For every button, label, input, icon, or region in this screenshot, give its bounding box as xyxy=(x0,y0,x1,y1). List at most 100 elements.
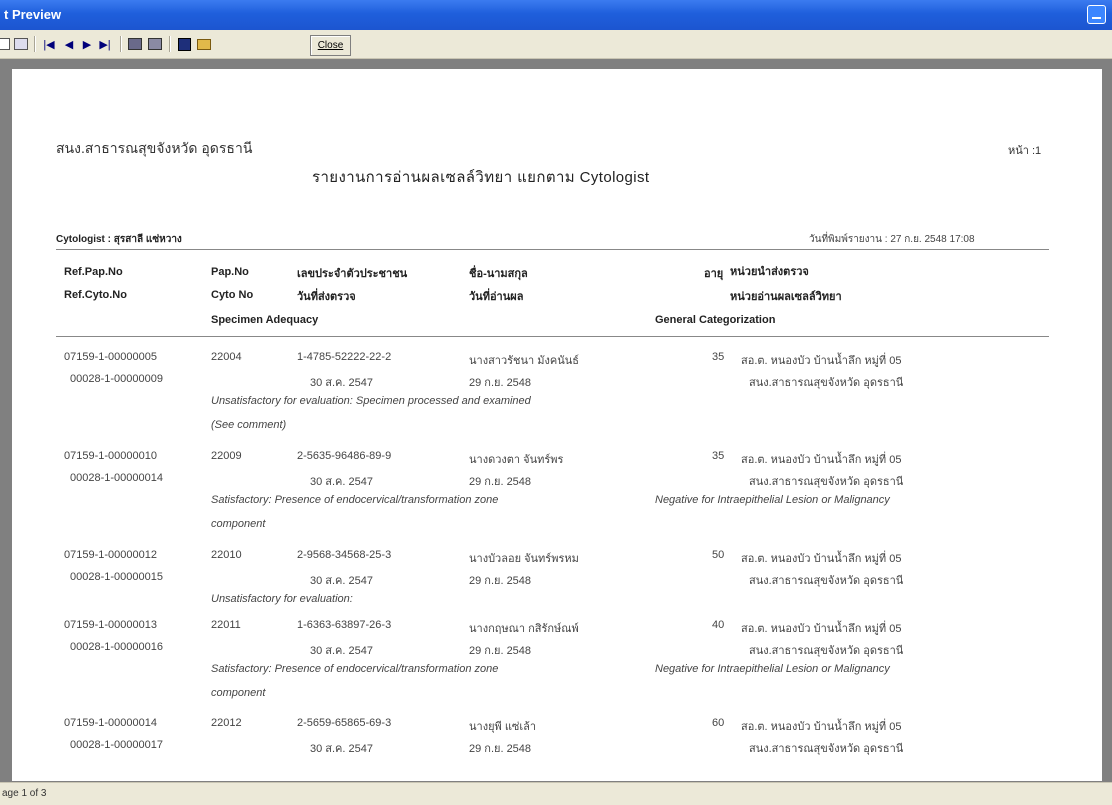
print-setup-icon[interactable] xyxy=(126,35,144,53)
record-name: นางดวงตา จันทร์พร xyxy=(469,454,564,466)
record-unit2: สนง.สาธารณสุขจังหวัด อุดรธานี xyxy=(749,645,904,657)
header-id: เลขประจำตัวประชาชน xyxy=(297,268,408,280)
record-category: Negative for Intraepithelial Lesion or M… xyxy=(655,494,890,506)
status-bar: age 1 of 3 xyxy=(0,782,1112,805)
record-unit1: สอ.ต. หนองบัว บ้านน้ำลึก หมู่ที่ 05 xyxy=(741,623,902,635)
report-page: สนง.สาธารณสุขจังหวัด อุดรธานี หน้า :1 รา… xyxy=(12,69,1102,781)
record-name: นางบัวลอย จันทร์พรหม xyxy=(469,553,579,565)
record-read-date: 29 ก.ย. 2548 xyxy=(469,743,532,755)
record-adequacy-2: (See comment) xyxy=(211,419,287,431)
record-name: นางยุพี แซ่เล้า xyxy=(469,721,537,733)
minimize-icon[interactable] xyxy=(1087,5,1106,24)
record-ref-cyto: 00028-1-00000009 xyxy=(70,373,163,385)
preview-toolbar: |◀ ◀ ▶ ▶| Close xyxy=(0,30,1112,59)
toolbar-separator xyxy=(120,36,122,52)
header-ref-cyto: Ref.Cyto.No xyxy=(64,289,127,301)
header-cyto: Cyto No xyxy=(211,289,254,301)
record-id: 2-5659-65865-69-3 xyxy=(297,717,392,729)
toolbar-separator xyxy=(169,36,171,52)
record-reg-date: 30 ส.ค. 2547 xyxy=(310,575,374,587)
close-button[interactable]: Close xyxy=(310,35,351,56)
record-reg-date: 30 ส.ค. 2547 xyxy=(310,743,374,755)
record-age: 60 xyxy=(712,717,725,729)
close-button-label: Close xyxy=(317,40,344,51)
preview-area[interactable]: สนง.สาธารณสุขจังหวัด อุดรธานี หน้า :1 รา… xyxy=(0,59,1112,782)
header-unit-send: หน่วยนำส่งตรวจ xyxy=(730,266,809,278)
record-ref-pap: 07159-1-00000013 xyxy=(64,619,157,631)
record-unit2: สนง.สาธารณสุขจังหวัด อุดรธานี xyxy=(749,476,904,488)
record-unit2: สนง.สาธารณสุขจังหวัด อุดรธานี xyxy=(749,377,904,389)
first-page-icon[interactable]: |◀ xyxy=(40,35,58,53)
record-ref-cyto: 00028-1-00000015 xyxy=(70,571,163,583)
page-number: หน้า :1 xyxy=(1008,145,1042,157)
record-read-date: 29 ก.ย. 2548 xyxy=(469,377,532,389)
record-category: Negative for Intraepithelial Lesion or M… xyxy=(655,663,890,675)
header-reg-date: วันที่ส่งตรวจ xyxy=(297,291,356,303)
header-name: ชื่อ-นามสกุล xyxy=(469,268,528,280)
record-id: 2-9568-34568-25-3 xyxy=(297,549,392,561)
record-unit1: สอ.ต. หนองบัว บ้านน้ำลึก หมู่ที่ 05 xyxy=(741,553,902,565)
record-name: นางสาวรัชนา มังคนันธ์ xyxy=(469,355,579,367)
record-ref-pap: 07159-1-00000005 xyxy=(64,351,157,363)
report-organization: สนง.สาธารณสุขจังหวัด อุดรธานี xyxy=(56,140,253,156)
last-page-icon[interactable]: ▶| xyxy=(96,35,114,53)
toolbar-separator xyxy=(34,36,36,52)
previous-page-icon[interactable]: ◀ xyxy=(60,35,78,53)
header-ref-pap: Ref.Pap.No xyxy=(64,266,123,278)
record-pap: 22011 xyxy=(211,619,241,631)
header-unit-read: หน่วยอ่านผลเซลล์วิทยา xyxy=(730,291,842,303)
record-adequacy-1: Unsatisfactory for evaluation: Specimen … xyxy=(211,395,531,407)
print-date: วันที่พิมพ์รายงาน : 27 ก.ย. 2548 17:08 xyxy=(809,234,975,245)
record-unit1: สอ.ต. หนองบัว บ้านน้ำลึก หมู่ที่ 05 xyxy=(741,721,902,733)
record-unit1: สอ.ต. หนองบัว บ้านน้ำลึก หมู่ที่ 05 xyxy=(741,355,902,367)
window-titlebar: t Preview xyxy=(0,0,1112,30)
record-id: 2-5635-96486-89-9 xyxy=(297,450,392,462)
record-unit1: สอ.ต. หนองบัว บ้านน้ำลึก หมู่ที่ 05 xyxy=(741,454,902,466)
record-ref-pap: 07159-1-00000012 xyxy=(64,549,157,561)
record-read-date: 29 ก.ย. 2548 xyxy=(469,645,532,657)
header-read-date: วันที่อ่านผล xyxy=(469,291,524,303)
record-age: 50 xyxy=(712,549,725,561)
record-age: 40 xyxy=(712,619,725,631)
header-bottom-rule xyxy=(56,336,1049,337)
record-ref-pap: 07159-1-00000014 xyxy=(64,717,157,729)
cytologist-name: Cytologist : สุรสาลี แซ่หวาง xyxy=(56,234,182,245)
record-id: 1-6363-63897-26-3 xyxy=(297,619,392,631)
record-unit2: สนง.สาธารณสุขจังหวัด อุดรธานี xyxy=(749,743,904,755)
record-pap: 22009 xyxy=(211,450,242,462)
record-name: นางกฤษณา กสิรักษ์ณพ์ xyxy=(469,623,579,635)
report-title: รายงานการอ่านผลเซลล์วิทยา แยกตาม Cytolog… xyxy=(312,169,650,186)
record-adequacy-2: component xyxy=(211,518,266,530)
page-count-status: age 1 of 3 xyxy=(2,788,47,799)
record-id: 1-4785-52222-22-2 xyxy=(297,351,392,363)
header-pap: Pap.No xyxy=(211,266,249,278)
open-folder-icon[interactable] xyxy=(195,35,213,53)
header-adequacy: Specimen Adequacy xyxy=(211,314,319,326)
record-adequacy-1: Unsatisfactory for evaluation: xyxy=(211,593,353,605)
record-reg-date: 30 ส.ค. 2547 xyxy=(310,377,374,389)
header-top-rule xyxy=(56,249,1049,250)
header-age: อายุ xyxy=(704,268,724,280)
record-age: 35 xyxy=(712,351,725,363)
record-ref-cyto: 00028-1-00000016 xyxy=(70,641,163,653)
record-reg-date: 30 ส.ค. 2547 xyxy=(310,476,374,488)
single-page-icon[interactable] xyxy=(0,35,12,53)
next-page-icon[interactable]: ▶ xyxy=(78,35,96,53)
record-adequacy-1: Satisfactory: Presence of endocervical/t… xyxy=(211,663,499,675)
record-ref-cyto: 00028-1-00000014 xyxy=(70,472,163,484)
record-read-date: 29 ก.ย. 2548 xyxy=(469,476,532,488)
record-reg-date: 30 ส.ค. 2547 xyxy=(310,645,374,657)
record-pap: 22010 xyxy=(211,549,242,561)
record-adequacy-2: component xyxy=(211,687,266,699)
window-title: t Preview xyxy=(4,7,62,22)
record-ref-cyto: 00028-1-00000017 xyxy=(70,739,163,751)
record-pap: 22004 xyxy=(211,351,242,363)
record-adequacy-1: Satisfactory: Presence of endocervical/t… xyxy=(211,494,499,506)
save-icon[interactable] xyxy=(175,35,193,53)
record-pap: 22012 xyxy=(211,717,242,729)
record-age: 35 xyxy=(712,450,725,462)
multi-page-icon[interactable] xyxy=(12,35,30,53)
print-icon[interactable] xyxy=(146,35,164,53)
header-categorization: General Categorization xyxy=(655,314,776,326)
record-unit2: สนง.สาธารณสุขจังหวัด อุดรธานี xyxy=(749,575,904,587)
